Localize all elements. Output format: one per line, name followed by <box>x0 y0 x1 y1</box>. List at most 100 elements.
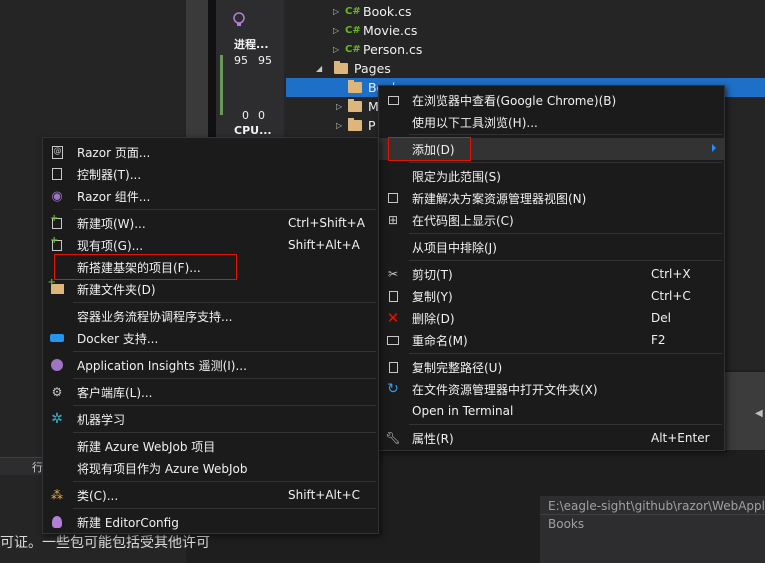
menu-separator <box>73 302 376 303</box>
submenu-item-client-library[interactable]: ⚙ 客户端库(L)... <box>43 381 378 403</box>
scrollbar-track[interactable] <box>186 0 208 140</box>
refresh-icon: ↻ <box>387 381 399 397</box>
submenu-item-controller[interactable]: 控制器(T)... <box>43 163 378 185</box>
menu-item-view-in-browser[interactable]: 在浏览器中查看(Google Chrome)(B) <box>379 89 724 111</box>
menu-item-cut[interactable]: ✂ 剪切(T) Ctrl+X <box>379 263 724 285</box>
property-full-path: E:\eagle-sight\github\razor\WebAppl <box>548 499 765 513</box>
menu-item-label: 属性(R) <box>412 431 454 446</box>
menu-item-label: 机器学习 <box>77 412 126 427</box>
context-menu: 在浏览器中查看(Google Chrome)(B) 使用以下工具浏览(H)...… <box>378 85 725 451</box>
menu-item-label: Application Insights 遥测(I)... <box>77 358 247 373</box>
menu-separator <box>409 353 722 354</box>
menu-item-add[interactable]: 添加(D) <box>379 138 724 160</box>
code-map-icon: ⊞ <box>387 213 399 227</box>
menu-item-rename[interactable]: 重命名(M) F2 <box>379 329 724 351</box>
diagnostics-panel <box>216 0 284 140</box>
submenu-item-razor-component[interactable]: ◉ Razor 组件... <box>43 185 378 207</box>
csharp-file-icon: C# <box>345 25 361 36</box>
submenu-item-docker[interactable]: Docker 支持... <box>43 327 378 349</box>
menu-item-exclude[interactable]: 从项目中排除(J) <box>379 236 724 258</box>
menu-item-shortcut: Ctrl+C <box>651 289 691 303</box>
menu-item-label: 从项目中排除(J) <box>412 240 497 255</box>
submenu-arrow-icon <box>712 144 716 152</box>
insights-icon <box>49 357 65 373</box>
submenu-item-new-scaffolded[interactable]: 新搭建基架的项目(F)... <box>43 256 378 278</box>
divider <box>208 0 216 140</box>
expand-arrow-icon[interactable]: ▷ <box>333 45 345 54</box>
menu-separator <box>73 405 376 406</box>
cut-icon: ✂ <box>387 267 399 281</box>
folder-icon <box>348 80 362 93</box>
editorconfig-icon <box>49 514 65 530</box>
tree-item[interactable]: ▷ C# Person.cs <box>333 40 422 59</box>
csharp-file-icon: C# <box>345 6 361 17</box>
menu-item-properties[interactable]: 🔧︎ 属性(R) Alt+Enter <box>379 427 724 449</box>
expand-arrow-icon[interactable]: ▷ <box>333 7 345 16</box>
new-folder-icon: + <box>48 277 65 297</box>
submenu-item-existing-webjob[interactable]: 将现有项目作为 Azure WebJob <box>43 457 378 479</box>
submenu-item-app-insights[interactable]: Application Insights 遥测(I)... <box>43 354 378 376</box>
submenu-item-machine-learning[interactable]: ✲ 机器学习 <box>43 408 378 430</box>
menu-separator <box>409 424 722 425</box>
menu-item-label: Open in Terminal <box>412 404 514 418</box>
menu-item-open-terminal[interactable]: Open in Terminal <box>379 400 724 422</box>
browser-icon <box>385 92 401 108</box>
controller-icon <box>49 166 65 182</box>
menu-item-browse-with[interactable]: 使用以下工具浏览(H)... <box>379 111 724 133</box>
collapse-arrow-icon[interactable]: ◢ <box>316 64 334 73</box>
submenu-item-container-orchestration[interactable]: 容器业务流程协调程序支持... <box>43 305 378 327</box>
menu-item-delete[interactable]: ✕ 删除(D) Del <box>379 307 724 329</box>
menu-item-label: 容器业务流程协调程序支持... <box>77 309 233 324</box>
menu-item-shortcut: Shift+Alt+A <box>288 238 360 252</box>
menu-item-label: 限定为此范围(S) <box>412 169 501 184</box>
tree-item[interactable]: ▷ C# Book.cs <box>333 2 411 21</box>
menu-item-label: 复制(Y) <box>412 289 453 304</box>
folder-icon <box>334 61 348 74</box>
menu-separator <box>73 209 376 210</box>
menu-item-label: 重命名(M) <box>412 333 468 348</box>
menu-item-label: 现有项(G)... <box>77 238 144 253</box>
submenu-item-razor-page[interactable]: Razor 页面... <box>43 141 378 163</box>
menu-item-label: Docker 支持... <box>77 331 159 346</box>
menu-item-shortcut: Ctrl+X <box>651 267 691 281</box>
menu-item-label: 新建解决方案资源管理器视图(N) <box>412 191 587 206</box>
process-memory-bar <box>220 55 223 115</box>
tree-item-label: P <box>368 118 376 133</box>
expand-arrow-icon[interactable]: ▷ <box>336 121 348 130</box>
expand-arrow-icon[interactable]: ▷ <box>336 102 348 111</box>
submenu-item-new-item[interactable]: + 新建项(W)... Ctrl+Shift+A <box>43 212 378 234</box>
tree-item-pages[interactable]: ◢ Pages <box>316 59 391 78</box>
scroll-arrow-icon[interactable]: ◀ <box>755 408 763 419</box>
menu-item-open-folder[interactable]: ↻ 在文件资源管理器中打开文件夹(X) <box>379 378 724 400</box>
menu-item-copy-path[interactable]: 复制完整路径(U) <box>379 356 724 378</box>
submenu-item-existing-item[interactable]: + 现有项(G)... Shift+Alt+A <box>43 234 378 256</box>
submenu-item-new-folder[interactable]: + 新建文件夹(D) <box>43 277 378 300</box>
menu-separator <box>73 351 376 352</box>
menu-item-code-map[interactable]: ⊞ 在代码图上显示(C) <box>379 209 724 231</box>
tree-item[interactable]: ▷ M <box>336 97 379 116</box>
menu-item-new-view[interactable]: 新建解决方案资源管理器视图(N) <box>379 187 724 209</box>
menu-separator <box>409 233 722 234</box>
wrench-icon: 🔧︎ <box>385 431 401 445</box>
submenu-item-editorconfig[interactable]: 新建 EditorConfig <box>43 511 378 533</box>
tree-item[interactable]: ▷ C# Movie.cs <box>333 21 417 40</box>
submenu-item-new-webjob[interactable]: 新建 Azure WebJob 项目 <box>43 435 378 457</box>
menu-separator <box>409 162 722 163</box>
menu-item-label: 添加(D) <box>412 142 455 157</box>
rename-icon <box>385 332 401 348</box>
tree-item-label: Person.cs <box>363 42 423 57</box>
menu-item-scope[interactable]: 限定为此范围(S) <box>379 165 724 187</box>
razor-component-icon: ◉ <box>51 188 63 204</box>
menu-item-label: 在文件资源管理器中打开文件夹(X) <box>412 382 598 397</box>
menu-item-label: 复制完整路径(U) <box>412 360 503 375</box>
existing-item-icon: + <box>49 235 65 253</box>
menu-separator <box>73 508 376 509</box>
delete-icon: ✕ <box>386 309 400 327</box>
submenu-item-class[interactable]: ⁂ 类(C)... Shift+Alt+C <box>43 484 378 506</box>
menu-item-label: Razor 页面... <box>77 145 151 160</box>
expand-arrow-icon[interactable]: ▷ <box>333 26 345 35</box>
lightbulb-icon[interactable] <box>232 12 246 28</box>
razor-page-icon <box>49 144 65 160</box>
menu-item-copy[interactable]: 复制(Y) Ctrl+C <box>379 285 724 307</box>
tree-item[interactable]: ▷ P <box>336 116 376 135</box>
